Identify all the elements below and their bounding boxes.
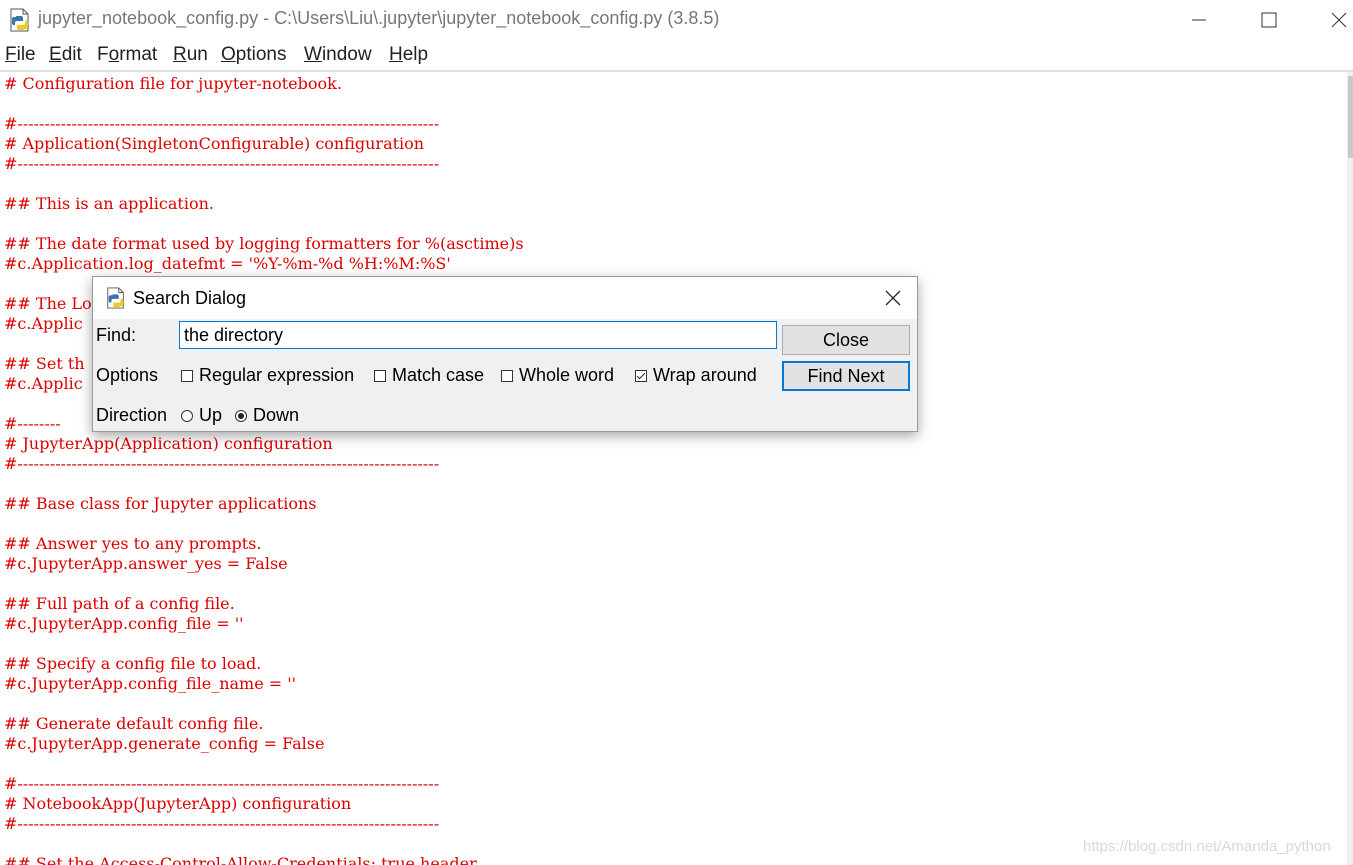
direction-up-label[interactable]: Up [199, 405, 222, 426]
menu-edit[interactable]: Edit [49, 44, 82, 66]
whole-word-checkbox[interactable] [501, 370, 513, 382]
close-icon[interactable] [877, 286, 909, 310]
find-next-button[interactable]: Find Next [782, 361, 910, 391]
code-line[interactable]: #---------------------------------------… [4, 454, 439, 474]
maximize-icon[interactable] [1252, 6, 1286, 34]
find-label: Find: [96, 325, 137, 345]
whole-word-label[interactable]: Whole word [519, 365, 614, 386]
match-case-checkbox[interactable] [374, 370, 386, 382]
menu-bar: File Edit Format Run Options Window Help [0, 42, 1353, 70]
menu-options[interactable]: Options [221, 44, 286, 66]
minimize-icon[interactable] [1182, 6, 1216, 34]
code-line[interactable]: ## This is an application. [4, 194, 214, 214]
regex-label[interactable]: Regular expression [199, 365, 354, 386]
watermark: https://blog.csdn.net/Amanda_python [1083, 838, 1331, 855]
options-label: Options [96, 365, 159, 385]
code-line[interactable]: ## Answer yes to any prompts. [4, 534, 261, 554]
close-button[interactable]: Close [782, 325, 910, 355]
direction-label: Direction [96, 405, 168, 425]
menu-file[interactable]: File [5, 44, 36, 66]
direction-down-label[interactable]: Down [253, 405, 299, 426]
regex-checkbox[interactable] [181, 370, 193, 382]
code-line[interactable]: ## Base class for Jupyter applications [4, 494, 316, 514]
match-case-label[interactable]: Match case [392, 365, 484, 386]
code-editor[interactable]: # Configuration file for jupyter-noteboo… [0, 72, 1347, 865]
menu-help[interactable]: Help [389, 44, 428, 66]
python-file-icon [107, 287, 124, 309]
direction-down-radio[interactable] [235, 410, 247, 422]
scrollbar-thumb[interactable] [1348, 76, 1353, 158]
python-file-icon [10, 8, 29, 32]
code-line[interactable]: ## Full path of a config file. [4, 594, 235, 614]
code-line[interactable]: ## The Lo [4, 294, 92, 314]
code-line[interactable]: ## The date format used by logging forma… [4, 234, 524, 254]
code-line[interactable]: #---------------------------------------… [4, 154, 439, 174]
wrap-around-label[interactable]: Wrap around [653, 365, 757, 386]
search-dialog: Search Dialog Find: Close Options Regula… [92, 276, 918, 432]
code-line[interactable]: # NotebookApp(JupyterApp) configuration [4, 794, 351, 814]
code-line[interactable]: # Application(SingletonConfigurable) con… [4, 134, 424, 154]
menu-run[interactable]: Run [173, 44, 208, 66]
code-line[interactable]: #---------------------------------------… [4, 114, 439, 134]
menu-window[interactable]: Window [304, 44, 372, 66]
code-line[interactable]: #c.Application.log_datefmt = '%Y-%m-%d %… [4, 254, 451, 274]
code-line[interactable]: ## Specify a config file to load. [4, 654, 261, 674]
menu-format[interactable]: Format [97, 44, 157, 66]
dialog-title-bar: Search Dialog [93, 277, 917, 319]
code-line[interactable]: # Configuration file for jupyter-noteboo… [4, 74, 342, 94]
code-line[interactable]: # JupyterApp(Application) configuration [4, 434, 333, 454]
find-input[interactable] [179, 321, 777, 349]
wrap-around-checkbox[interactable] [635, 370, 647, 382]
window-title: jupyter_notebook_config.py - C:\Users\Li… [38, 8, 720, 28]
title-bar: jupyter_notebook_config.py - C:\Users\Li… [0, 0, 1353, 40]
dialog-title: Search Dialog [133, 288, 247, 308]
code-line[interactable]: #c.Applic [4, 374, 83, 394]
code-line[interactable]: #---------------------------------------… [4, 774, 439, 794]
close-window-icon[interactable] [1322, 6, 1353, 34]
code-line[interactable]: #c.JupyterApp.generate_config = False [4, 734, 324, 754]
direction-up-radio[interactable] [181, 410, 193, 422]
code-line[interactable]: #c.JupyterApp.config_file_name = '' [4, 674, 296, 694]
code-line[interactable]: ## Set th [4, 354, 85, 374]
code-line[interactable]: #c.Applic [4, 314, 83, 334]
code-line[interactable]: #c.JupyterApp.config_file = '' [4, 614, 244, 634]
vertical-scrollbar[interactable] [1347, 72, 1353, 865]
code-line[interactable]: #-------- [4, 414, 61, 434]
code-line[interactable]: #c.JupyterApp.answer_yes = False [4, 554, 288, 574]
code-line[interactable]: #---------------------------------------… [4, 814, 439, 834]
code-line[interactable]: ## Generate default config file. [4, 714, 263, 734]
code-line[interactable]: ## Set the Access-Control-Allow-Credenti… [4, 854, 477, 865]
